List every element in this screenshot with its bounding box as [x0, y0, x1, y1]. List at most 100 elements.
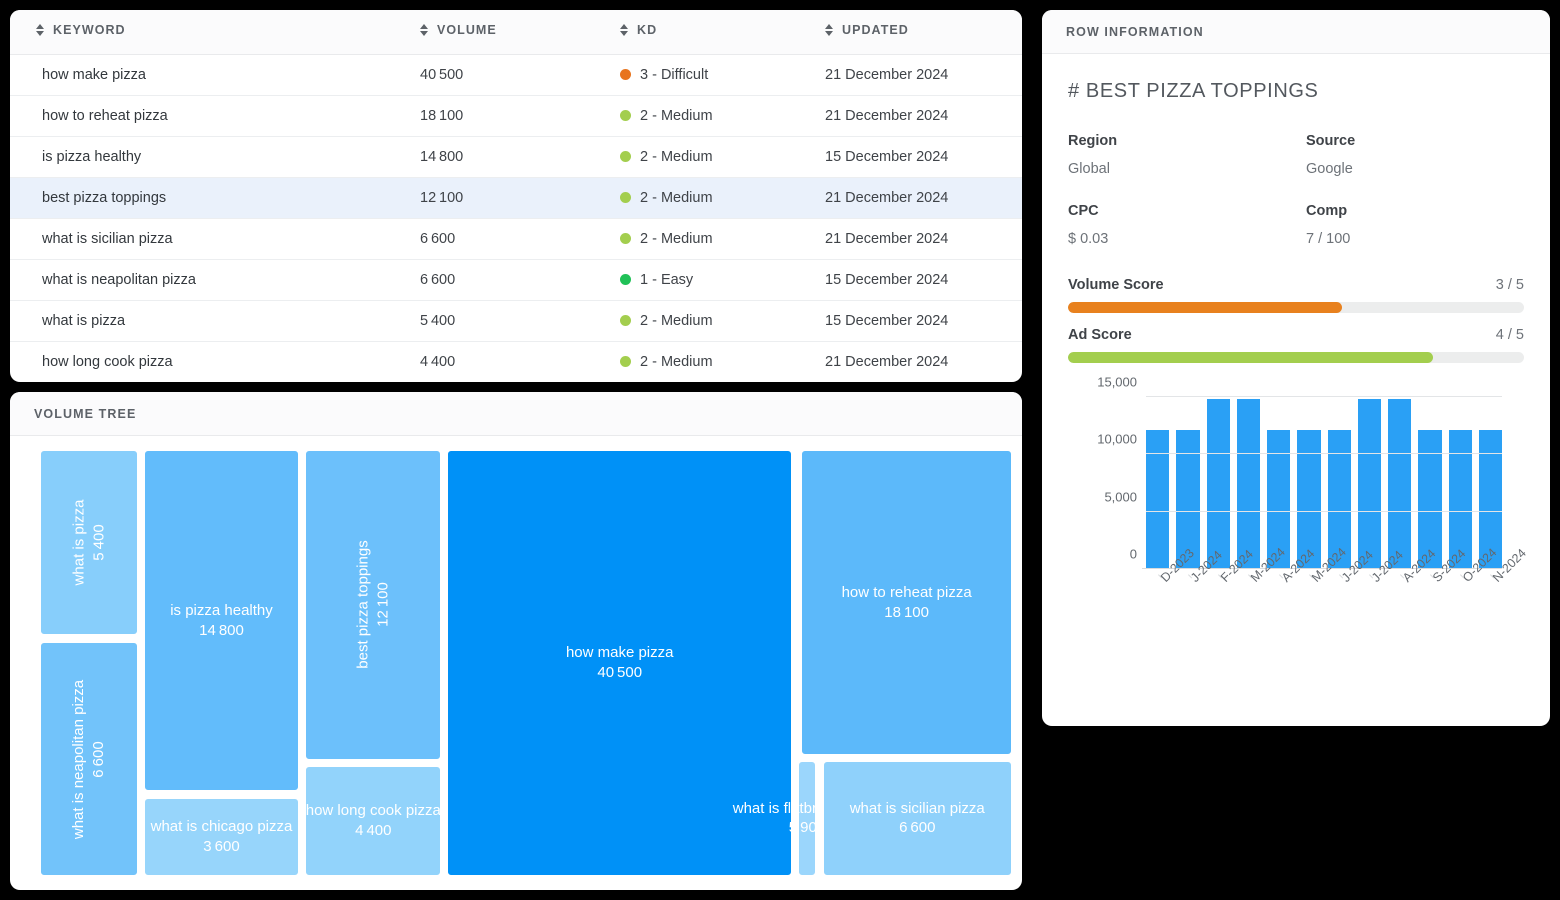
meta-key-region: Region: [1068, 133, 1118, 149]
treemap-tile[interactable]: what is chicago pizza 3 600: [141, 795, 302, 878]
ad-score-value: 4 / 5: [1495, 327, 1524, 343]
treemap-tile[interactable]: what is flatbread pizza 5 900: [733, 759, 881, 878]
keyword-table: KEYWORD VOLUME KD UPDATED how make pizza…: [10, 10, 1022, 382]
table-row[interactable]: what is pizza 5 400 2 - Medium 15 December …: [10, 300, 1022, 342]
ad-score-track: [1068, 352, 1524, 363]
treemap-tile[interactable]: is pizza healthy 14 800: [141, 448, 302, 794]
kd-status-dot-icon: [620, 233, 631, 244]
treemap-tile[interactable]: best pizza toppings 12 100: [303, 448, 444, 762]
chart-y-tick-label: 10,000: [1097, 431, 1137, 447]
column-header-kd-label: KD: [637, 23, 658, 38]
treemap-tile-value: 4 400: [355, 821, 392, 839]
sort-updown-icon[interactable]: [620, 23, 629, 37]
chart-bar[interactable]: [1388, 399, 1412, 569]
column-header-keyword-label: KEYWORD: [53, 23, 126, 38]
cell-updated: 21 December 2024: [825, 177, 1022, 219]
treemap-tile[interactable]: how to reheat pizza 18 100: [799, 448, 1014, 757]
table-row[interactable]: what is neapolitan pizza 6 600 1 - Easy 15 …: [10, 259, 1022, 301]
sort-updown-icon[interactable]: [420, 23, 429, 37]
treemap-tile-value: 6 600: [89, 740, 107, 778]
kd-label: 2 - Medium: [640, 107, 713, 124]
sort-updown-icon[interactable]: [36, 23, 45, 37]
keyword-heading: # BEST PIZZA TOPPINGS: [1068, 80, 1319, 102]
column-header-volume[interactable]: VOLUME: [420, 10, 620, 55]
chart-plot-area: 0 5,000 10,000 15,000: [1097, 375, 1502, 569]
meta-grid: Region Source Global Google CPC Comp $ 0…: [1068, 133, 1524, 273]
cell-updated: 15 December 2024: [825, 300, 1022, 342]
treemap-tile-keyword: best pizza toppings: [354, 540, 372, 670]
volume-score-label: Volume Score: [1068, 277, 1164, 293]
cell-volume: 12 100: [420, 177, 620, 219]
treemap-tile-keyword: what is neapolitan pizza: [70, 679, 88, 839]
chart-x-tick-labels: D-2023 J-2024 F-2024 M-2024 A-2024 M-2024 J-20…: [1146, 545, 1529, 627]
cell-volume: 4 400: [420, 353, 456, 370]
table-header: KEYWORD VOLUME KD UPDATED: [10, 10, 1022, 55]
chart-x-tick: A-2024: [1267, 546, 1317, 627]
kd-status-dot-icon: [620, 110, 631, 121]
chart-bar[interactable]: [1146, 430, 1170, 569]
cell-volume: 5 400: [420, 300, 620, 342]
chart-gridline: [1146, 453, 1502, 455]
treemap-tile-label: how long cook pizza 4 400: [306, 801, 441, 840]
chart-y-tick-label: 0: [1129, 546, 1137, 562]
kd-label: 2 - Medium: [640, 189, 713, 206]
cell-updated: 21 December 2024: [825, 95, 1022, 137]
chart-bars: [1146, 397, 1502, 569]
treemap-tile-label: what is chicago pizza 3 600: [151, 817, 293, 856]
sort-updown-icon[interactable]: [825, 23, 834, 37]
row-information-header: ROW INFORMATION: [1042, 10, 1550, 54]
cell-kd: 2 - Medium: [620, 218, 825, 260]
column-header-volume-label: VOLUME: [437, 23, 497, 38]
treemap-tile[interactable]: what is neapolitan pizza 6 600: [38, 640, 140, 878]
table-row[interactable]: best pizza toppings 12 100 2 - Medium 21 De…: [10, 177, 1022, 219]
chart-x-tick: J-2024: [1328, 548, 1376, 627]
table-header-row: KEYWORD VOLUME KD UPDATED: [10, 10, 1022, 55]
treemap-tile-value: 6 600: [899, 819, 936, 837]
treemap-tile[interactable]: what is pizza 5 400: [38, 448, 140, 637]
treemap-tile[interactable]: what is sicilian pizza 6 600: [820, 759, 1014, 878]
kd-label: 3 - Difficult: [640, 66, 709, 83]
app-root: KEYWORD VOLUME KD UPDATED how make pizza…: [0, 0, 1560, 900]
table-row[interactable]: is pizza healthy 14 800 2 - Medium 15 Decem…: [10, 136, 1022, 178]
column-header-updated[interactable]: UPDATED: [825, 10, 1022, 55]
cell-keyword: how long cook pizza: [42, 353, 173, 370]
volume-tree-header: VOLUME TREE: [10, 392, 1022, 436]
chart-x-tick: D-2023: [1146, 546, 1197, 627]
treemap-tile-keyword: how long cook pizza: [305, 802, 441, 820]
chart-bar[interactable]: [1357, 399, 1381, 569]
meta-key-cpc: CPC: [1068, 203, 1099, 219]
meta-key-comp: Comp: [1306, 203, 1348, 219]
treemap-tile-value: 14 800: [199, 621, 244, 639]
table-row[interactable]: how to reheat pizza 18 100 2 - Medium 21 De…: [10, 95, 1022, 137]
table-row[interactable]: what is sicilian pizza 6 600 2 - Medium 21 …: [10, 218, 1022, 260]
table-row[interactable]: how make pizza 40 500 3 - Difficult 21 Dece…: [10, 54, 1022, 96]
cell-updated: 21 December 2024: [825, 54, 1022, 96]
table-row[interactable]: how long cook pizza 4 400 2 - Medium 21 Dec…: [10, 341, 1022, 382]
volume-score-track: [1068, 302, 1524, 313]
treemap-tile-label: how make pizza 40 500: [566, 643, 674, 682]
chart-bar[interactable]: [1206, 399, 1230, 569]
treemap-tile-keyword: how to reheat pizza: [841, 584, 972, 602]
cell-keyword: best pizza toppings: [10, 177, 420, 219]
chart-x-tick: O-2024: [1449, 546, 1500, 627]
cell-updated: 21 December 2024: [825, 353, 949, 370]
treemap-tile-keyword: what is pizza: [70, 499, 88, 586]
cell-updated: 15 December 2024: [825, 136, 1022, 178]
treemap-tile-label: what is sicilian pizza 6 600: [850, 799, 985, 838]
chart-bar[interactable]: [1236, 399, 1260, 569]
column-header-kd[interactable]: KD: [620, 10, 825, 55]
cell-keyword: what is sicilian pizza: [10, 218, 420, 260]
cell-kd: 2 - Medium: [620, 136, 825, 178]
treemap-tile-value: 3 600: [203, 837, 240, 855]
kd-label: 2 - Medium: [640, 353, 713, 370]
treemap-tile-label: is pizza healthy 14 800: [170, 601, 273, 640]
kd-label: 1 - Easy: [640, 271, 694, 288]
chart-y-tick-label: 15,000: [1097, 374, 1137, 390]
column-header-keyword[interactable]: KEYWORD: [10, 10, 420, 55]
cell-keyword: what is pizza: [10, 300, 420, 342]
meta-value-source: Google: [1306, 161, 1353, 177]
ad-score-block: Ad Score 4 / 5: [1068, 327, 1524, 363]
kd-status-dot-icon: [620, 356, 631, 368]
treemap-tile[interactable]: how long cook pizza 4 400: [303, 763, 444, 878]
cell-keyword: what is neapolitan pizza: [10, 259, 420, 301]
